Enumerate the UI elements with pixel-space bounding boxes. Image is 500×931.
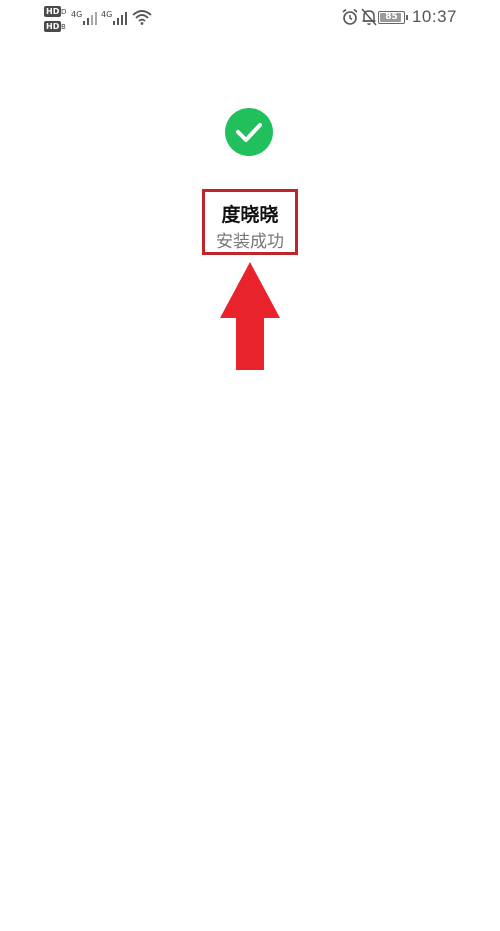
app-name: 度晓晓 [221, 204, 279, 226]
install-status-text: 安装成功 [216, 232, 284, 252]
hd-badge-sim2: HD [44, 21, 62, 32]
checkmark-icon [236, 123, 262, 142]
battery-level: 85 [385, 12, 398, 22]
hd-sub-sim1: D [61, 8, 67, 16]
hd-badge-sim1: HD [44, 6, 62, 17]
battery-icon: 85 [378, 11, 408, 24]
install-result-screen: HD D HD B 4G 4G 85 10:37 度晓晓 安装成功 [0, 0, 500, 931]
signal-icon [83, 12, 97, 25]
status-bar: HD D HD B 4G 4G 85 10:37 [0, 0, 500, 36]
signal-icon [113, 12, 127, 25]
hd-indicator: HD D HD B [44, 4, 68, 34]
hd-sub-sim2: B [61, 23, 66, 31]
highlight-box: 度晓晓 安装成功 [202, 189, 298, 255]
annotation-arrow-icon [220, 262, 280, 370]
network-type-sim2: 4G [101, 10, 113, 19]
status-time: 10:37 [411, 7, 457, 26]
check-circle-icon [225, 108, 273, 156]
network-type-sim1: 4G [71, 10, 83, 19]
mute-icon [361, 8, 377, 26]
wifi-icon [132, 10, 152, 25]
alarm-icon [342, 8, 358, 25]
battery-tip [406, 15, 408, 20]
